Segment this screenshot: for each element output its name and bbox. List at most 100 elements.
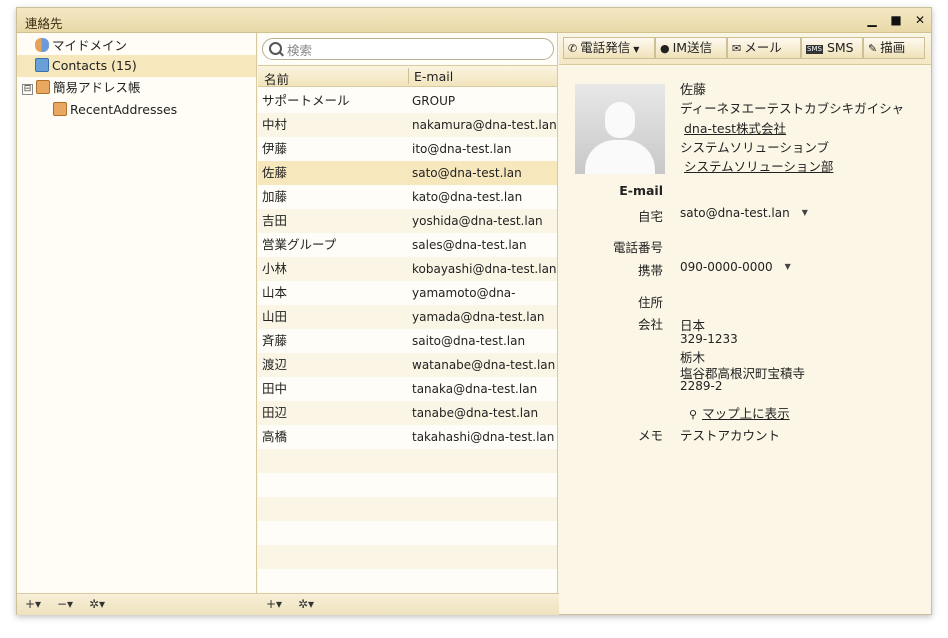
sidebar-item-label: 簡易アドレス帳 <box>53 80 141 95</box>
collapse-icon[interactable]: ⊟ <box>22 84 33 95</box>
contact-name: 渡辺 <box>262 357 288 372</box>
draw-button[interactable]: ✎ 描画 <box>863 37 925 59</box>
map-link[interactable]: ⚲ マップ上に表示 <box>689 403 790 422</box>
empty-row <box>258 497 557 521</box>
sidebar-item-recent-addresses[interactable]: RecentAddresses <box>53 99 243 121</box>
tree-settings-button[interactable]: ✲▾ <box>89 597 105 611</box>
chevron-down-icon: ▼ <box>633 45 640 54</box>
add-address-book-button[interactable]: +▾ <box>25 597 41 611</box>
table-row[interactable]: 山田 yamada@dna-test.lan <box>258 305 557 329</box>
im-button[interactable]: ● IM送信 <box>655 37 727 59</box>
table-row[interactable]: 加藤 kato@dna-test.lan <box>258 185 557 209</box>
table-row[interactable]: 小林 kobayashi@dna-test.lan <box>258 257 557 281</box>
remove-address-book-button[interactable]: −▾ <box>57 597 73 611</box>
sidebar-item-simple-address-book[interactable]: ⊟ 簡易アドレス帳 <box>22 77 242 99</box>
contact-name: 小林 <box>262 261 288 276</box>
table-row[interactable]: 中村 nakamura@dna-test.lan <box>258 113 557 137</box>
table-row[interactable]: 渡辺 watanabe@dna-test.lan <box>258 353 557 377</box>
address-book-icon <box>53 102 67 116</box>
chat-icon: ● <box>660 42 670 55</box>
sidebar-item-label: Contacts (15) <box>52 58 137 73</box>
table-row[interactable]: 田辺 tanabe@dna-test.lan <box>258 401 557 425</box>
contact-name: 吉田 <box>262 213 288 228</box>
column-header-email[interactable]: E-mail <box>414 69 453 84</box>
contact-email: watanabe@dna-test.lan <box>412 358 556 372</box>
people-icon <box>35 38 49 52</box>
contact-name: 営業グループ <box>262 237 337 252</box>
search-icon <box>269 42 282 55</box>
email-heading: E-mail <box>619 183 663 198</box>
contact-email: saito@dna-test.lan <box>412 334 526 348</box>
contact-name: 伊藤 <box>262 141 288 156</box>
column-header-name[interactable]: 名前 <box>264 69 289 88</box>
memo-label: メモ <box>637 428 663 443</box>
phone-icon: ✆ <box>568 42 578 55</box>
search-box[interactable] <box>262 38 554 60</box>
company-link[interactable]: dna-test株式会社 <box>684 118 786 137</box>
edit-icon: ✎ <box>868 42 878 55</box>
address-work-label: 会社 <box>637 317 663 332</box>
window-title: 連絡先 <box>25 16 63 31</box>
table-row[interactable]: 山本yamamoto@dna-test.lan <box>258 281 557 324</box>
contact-name: 高橋 <box>262 429 288 444</box>
contact-email: sato@dna-test.lan <box>412 166 522 180</box>
add-contact-button[interactable]: +▾ <box>266 597 282 611</box>
sidebar-item-mydomain[interactable]: マイドメイン <box>35 35 235 57</box>
contact-name: 斉藤 <box>262 333 288 348</box>
list-settings-button[interactable]: ✲▾ <box>298 597 314 611</box>
contact-email: kato@dna-test.lan <box>412 190 523 204</box>
contact-name: 佐藤 <box>262 165 288 180</box>
table-row[interactable]: 営業グループ sales@dna-test.lan <box>258 233 557 257</box>
empty-row <box>258 449 557 473</box>
sidebar-item-contacts[interactable]: Contacts (15) <box>17 55 256 77</box>
call-button[interactable]: ✆ 電話発信 ▼ <box>563 37 655 59</box>
table-row[interactable]: 伊藤 ito@dna-test.lan <box>258 137 557 161</box>
contact-email: ito@dna-test.lan <box>412 142 512 156</box>
list-bottom-bar: +▾ ✲▾ <box>258 593 559 615</box>
contact-name: 田中 <box>262 381 288 396</box>
mail-button[interactable]: ✉ メール <box>727 37 801 59</box>
empty-row <box>258 473 557 497</box>
contact-email: GROUP <box>412 94 456 108</box>
contact-email: kobayashi@dna-test.lan <box>412 262 557 276</box>
chevron-down-icon[interactable]: ▼ <box>802 208 808 217</box>
sms-icon: SMS <box>806 45 823 54</box>
contact-email: nakamura@dna-test.lan <box>412 118 557 132</box>
envelope-icon: ✉ <box>732 42 742 55</box>
table-row[interactable]: 吉田 yoshida@dna-test.lan <box>258 209 557 233</box>
phone-heading: 電話番号 <box>612 240 663 255</box>
phone-mobile-value[interactable]: 090-0000-0000 ▼ <box>680 260 791 274</box>
department-link[interactable]: システムソリューション部 <box>684 156 833 175</box>
table-row-selected[interactable]: 佐藤 sato@dna-test.lan <box>258 161 557 185</box>
address-book-icon <box>36 80 50 94</box>
department-kana: システムソリューションブ <box>680 140 830 155</box>
contacts-window: 連絡先 ▁ ■ ✕ マイドメイン Contacts (15) ⊟ 簡易アドレス帳 … <box>16 7 932 615</box>
chevron-down-icon[interactable]: ▼ <box>785 262 791 271</box>
contact-details: 佐藤 ディーネヌエーテストカブシキガイシャ dna-test株式会社 システムソ… <box>559 66 931 614</box>
company-kana: ディーネヌエーテストカブシキガイシャ <box>680 101 905 116</box>
maximize-icon[interactable]: ■ <box>887 11 905 29</box>
table-row[interactable]: サポートメール GROUP <box>258 89 557 113</box>
sidebar-item-label: RecentAddresses <box>70 102 178 117</box>
empty-row <box>258 545 557 569</box>
sidebar-item-label: マイドメイン <box>52 38 128 53</box>
sms-button[interactable]: SMS SMS <box>801 37 863 59</box>
contact-name: 中村 <box>262 117 288 132</box>
column-divider[interactable] <box>408 68 409 84</box>
search-input[interactable] <box>285 41 549 59</box>
avatar <box>575 84 665 174</box>
minimize-icon[interactable]: ▁ <box>863 11 881 29</box>
contact-email: yamada@dna-test.lan <box>412 310 545 324</box>
contact-email: tanaka@dna-test.lan <box>412 382 538 396</box>
close-icon[interactable]: ✕ <box>911 11 929 29</box>
address-book-tree: マイドメイン Contacts (15) ⊟ 簡易アドレス帳 RecentAddr… <box>17 33 257 593</box>
email-home-value[interactable]: sato@dna-test.lan ▼ <box>680 206 808 220</box>
table-row[interactable]: 高橋 takahashi@dna-test.lan <box>258 425 557 449</box>
contact-email: yoshida@dna-test.lan <box>412 214 543 228</box>
contact-email: tanabe@dna-test.lan <box>412 406 539 420</box>
contact-card-icon <box>35 58 49 72</box>
table-row[interactable]: 田中 tanaka@dna-test.lan <box>258 377 557 401</box>
contact-rows: サポートメール GROUP 中村 nakamura@dna-test.lan 伊藤 i… <box>258 89 557 569</box>
phone-mobile-label: 携帯 <box>637 263 663 278</box>
table-row[interactable]: 斉藤 saito@dna-test.lan <box>258 329 557 353</box>
